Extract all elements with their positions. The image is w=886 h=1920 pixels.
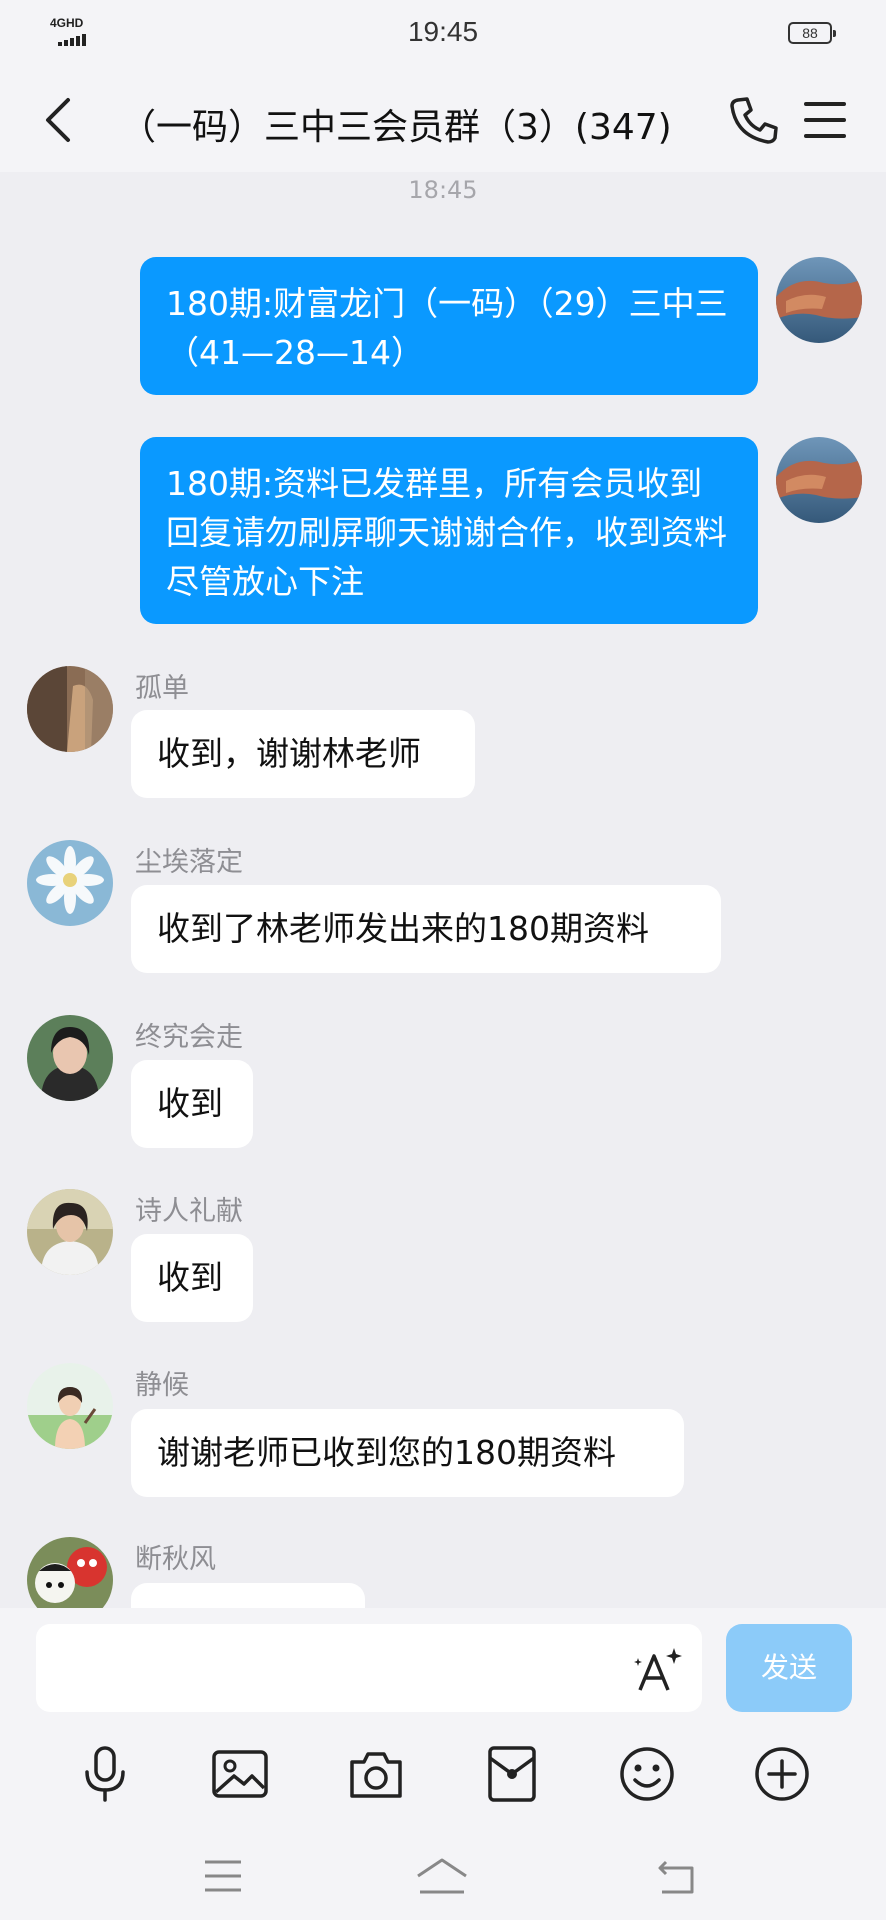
system-navigation-bar (0, 1834, 886, 1920)
back-arrow-icon[interactable] (40, 94, 80, 146)
red-packet-icon[interactable] (482, 1744, 542, 1804)
menu-icon[interactable] (800, 98, 850, 142)
avatar[interactable] (776, 257, 862, 343)
phone-icon[interactable] (728, 94, 780, 146)
sender-name: 诗人礼献 (135, 1196, 243, 1227)
chat-header: （一码）三中三会员群（3）(347) (0, 68, 886, 172)
input-toolbar (0, 1726, 886, 1826)
message-bubble[interactable]: 收到了林老师发出来的180期资料 (131, 885, 721, 973)
recent-apps-icon[interactable] (199, 1854, 247, 1898)
back-nav-icon[interactable] (652, 1854, 700, 1898)
message-bubble[interactable]: 180期:财富龙门（一码）（29）三中三（41—28—14） (140, 257, 758, 395)
battery-level: 88 (802, 25, 818, 41)
microphone-icon[interactable] (75, 1744, 135, 1804)
sender-name: 尘埃落定 (135, 847, 243, 878)
plus-circle-icon[interactable] (752, 1744, 812, 1804)
chat-title: （一码）三中三会员群（3）(347) (120, 107, 672, 148)
avatar[interactable] (27, 840, 113, 926)
message-bubble[interactable]: 180期:资料已发群里，所有会员收到回复请勿刷屏聊天谢谢合作，收到资料尽管放心下… (140, 437, 758, 624)
home-icon[interactable] (412, 1854, 472, 1898)
message-input[interactable] (36, 1624, 702, 1712)
font-style-icon[interactable] (630, 1646, 684, 1694)
sender-name: 终究会走 (135, 1022, 243, 1053)
message-bubble[interactable]: 收到，谢谢林老师 (131, 710, 475, 798)
image-icon[interactable] (210, 1744, 270, 1804)
message-timestamp: 18:45 (408, 176, 478, 204)
avatar[interactable] (776, 437, 862, 523)
avatar[interactable] (27, 1189, 113, 1275)
message-bubble[interactable]: 收到 (131, 1060, 253, 1148)
emoji-icon[interactable] (617, 1744, 677, 1804)
avatar[interactable] (27, 1015, 113, 1101)
avatar[interactable] (27, 1363, 113, 1449)
status-bar: 4GHD 19:45 88 (0, 0, 886, 68)
status-time: 19:45 (407, 16, 479, 47)
message-bubble[interactable]: 收到 (131, 1234, 253, 1322)
sender-name: 静候 (135, 1370, 189, 1401)
send-button[interactable]: 发送 (726, 1624, 852, 1712)
composer-area: 发送 (0, 1608, 886, 1920)
message-bubble[interactable]: 谢谢老师已收到您的180期资料 (131, 1409, 684, 1497)
sender-name: 断秋风 (135, 1544, 216, 1575)
avatar[interactable] (27, 666, 113, 752)
battery-icon: 88 (788, 22, 836, 44)
sender-name: 孤单 (135, 673, 189, 704)
camera-icon[interactable] (346, 1744, 406, 1804)
